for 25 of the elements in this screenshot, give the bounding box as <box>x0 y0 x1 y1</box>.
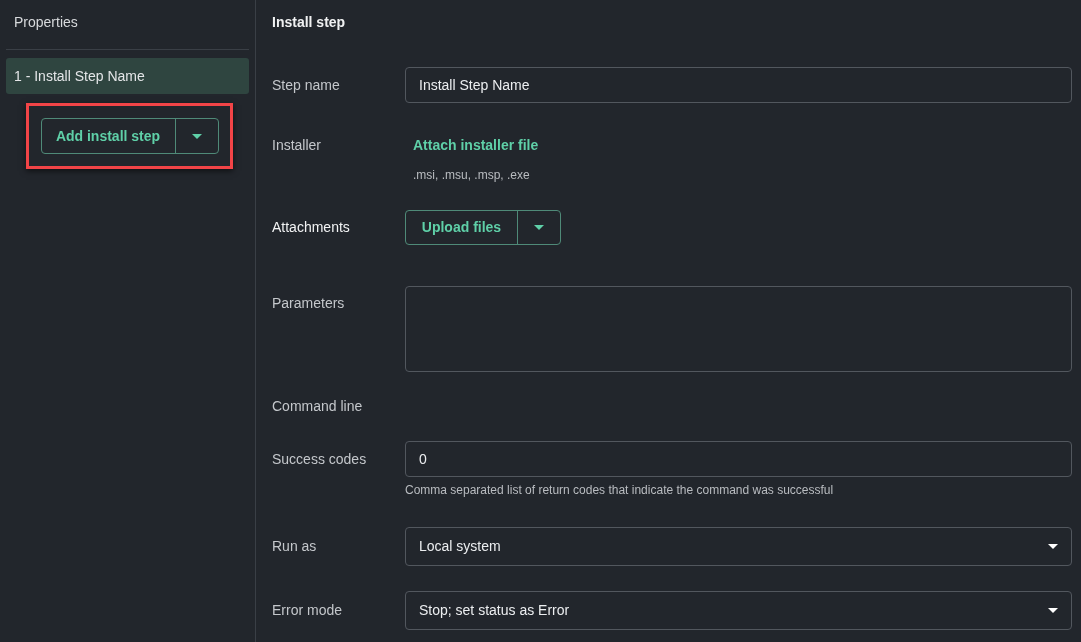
field-label: Run as <box>272 537 317 556</box>
hint-text: Comma separated list of return codes that indicate the command was successful <box>405 482 834 498</box>
field-label: Attachments <box>272 218 350 237</box>
caret-icon <box>191 133 202 139</box>
step-item[interactable]: 1 - Install Step Name <box>6 58 249 94</box>
field-label: Success codes <box>272 450 367 469</box>
dropdown-value: Local system <box>419 537 501 556</box>
field-label: Step name <box>272 76 340 95</box>
caret-icon <box>1048 544 1058 549</box>
caret-icon <box>1048 608 1058 613</box>
panel-title: Properties <box>13 13 79 32</box>
section-title: Install step <box>272 13 346 32</box>
caret-icon <box>534 225 544 230</box>
field-label: Parameters <box>272 294 345 313</box>
field-label: Error mode <box>272 601 343 620</box>
dropdown[interactable]: Local system <box>405 527 1072 566</box>
text-area[interactable] <box>405 286 1072 372</box>
dropdown-value: Stop; set status as Error <box>419 601 570 620</box>
dropdown[interactable]: Stop; set status as Error <box>405 591 1072 630</box>
attach-link[interactable]: Attach installer file <box>413 135 539 155</box>
hint-text: .msi, .msu, .msp, .exe <box>413 167 530 183</box>
field-label: Installer <box>272 136 322 155</box>
text-field[interactable]: 0 <box>405 441 1072 477</box>
field-label: Command line <box>272 397 363 416</box>
text-field[interactable]: Install Step Name <box>405 67 1072 103</box>
